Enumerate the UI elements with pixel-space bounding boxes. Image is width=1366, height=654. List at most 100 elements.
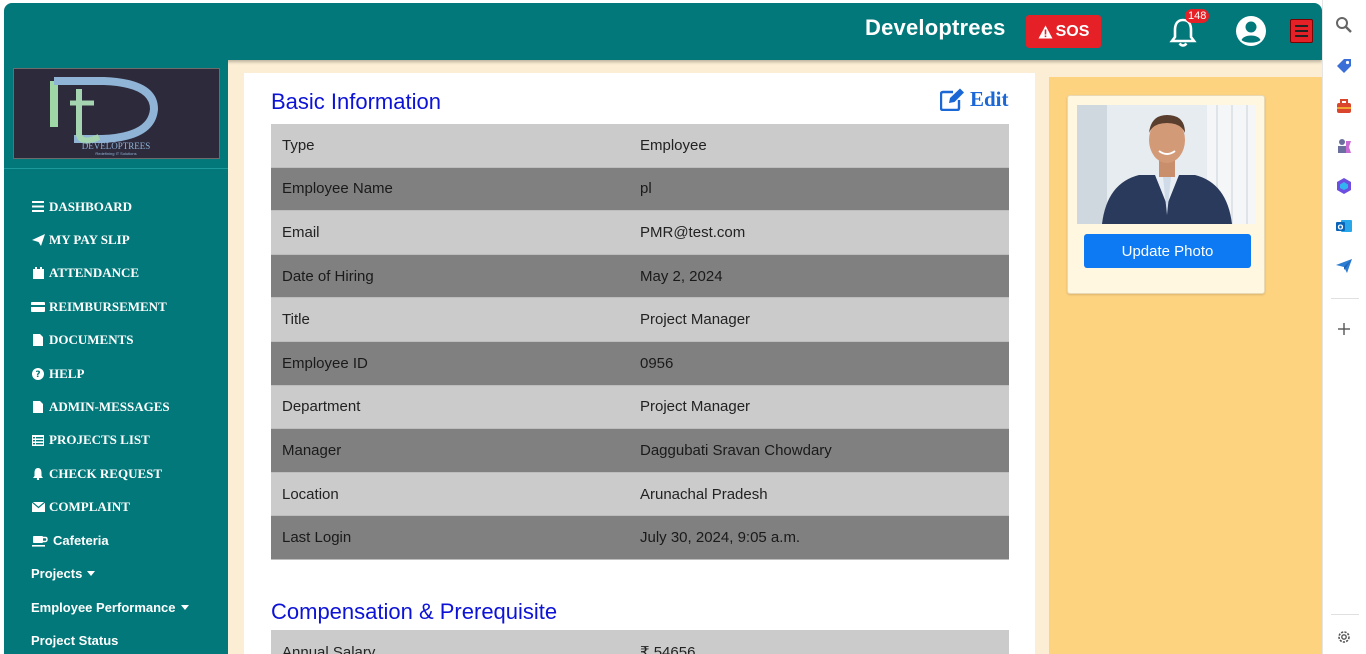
sidebar-item-label: REIMBURSEMENT [49,298,167,314]
search-icon[interactable] [1333,14,1355,36]
compensation-title: Compensation & Prerequisite [271,599,558,624]
copilot-icon[interactable] [1333,175,1355,197]
caret-down-icon [180,604,189,610]
row-key: Date of Hiring [282,267,374,285]
sidebar-item-label: Project Status [31,633,119,649]
app-window: Developtrees SOS 148 DEVELOPTREES Redefi… [4,3,1322,654]
sidebar-item-my-pay-slip[interactable]: MY PAY SLIP [31,223,189,256]
menu-line [1295,30,1308,32]
bars-icon [31,200,45,213]
sidebar-item-reimbursement[interactable]: REIMBURSEMENT [31,290,189,323]
row-key: Last Login [282,529,352,547]
row-value: 0956 [640,354,674,372]
row-key: Employee ID [282,354,368,372]
company-logo[interactable]: DEVELOPTREES Redefining IT Solutions [13,68,220,159]
left-sidebar: DEVELOPTREES Redefining IT Solutions DAS… [4,60,228,654]
row-value: Daggubati Sravan Chowdary [640,441,832,459]
logo-text: DEVELOPTREES [82,141,151,151]
profile-details-card: Basic Information Edit Type Employee Empl… [244,73,1035,654]
list-icon [31,434,45,447]
plus-icon[interactable] [1333,318,1355,340]
sidebar-item-label: ADMIN-MESSAGES [49,399,170,415]
sidebar-item-check-request[interactable]: CHECK REQUEST [31,457,189,490]
basic-information-table: Type Employee Employee Name pl Email PMR@te… [271,124,1009,560]
row-value: ₹ 54656 [640,644,696,654]
row-key: Department [282,398,361,416]
settings-gear-icon[interactable] [1333,626,1355,648]
sidebar-item-label: COMPLAINT [49,499,130,515]
svg-text:?: ? [35,370,40,380]
photo-card: Update Photo [1067,95,1265,294]
question-circle-icon: ? [31,367,45,380]
notification-count-badge: 148 [1185,9,1210,23]
sos-button[interactable]: SOS [1026,15,1101,48]
paper-plane-icon [31,234,45,247]
menu-line [1295,25,1308,27]
top-navbar: Developtrees SOS 148 [4,3,1322,60]
calendar-icon [31,267,45,280]
table-row: Type Employee [271,124,1009,168]
divider [1331,298,1359,299]
send-icon[interactable] [1333,255,1355,277]
row-value: Employee [640,136,707,154]
row-key: Employee Name [282,180,393,198]
row-key: Title [282,311,310,329]
sidebar-item-cafeteria[interactable]: Cafeteria [31,524,189,557]
row-key: Type [282,136,315,154]
row-value: PMR@test.com [640,223,746,241]
row-value: Project Manager [640,311,751,329]
divider [1331,614,1359,615]
table-row: Employee Name pl [271,167,1009,212]
sidebar-nav: DASHBOARD MY PAY SLIP ATTENDANCE REIMBUR… [31,190,189,654]
sidebar-item-documents[interactable]: DOCUMENTS [31,324,189,357]
coffee-icon [31,534,49,547]
menu-line [1295,35,1308,37]
brand-title[interactable]: Developtrees [865,15,1006,41]
row-key: Location [282,485,339,503]
profile-photo [1077,105,1256,224]
svg-text:O: O [1338,224,1344,232]
update-photo-button[interactable]: Update Photo [1084,234,1251,268]
sidebar-item-help[interactable]: ? HELP [31,357,189,390]
chess-icon[interactable] [1333,135,1355,157]
user-account-icon[interactable] [1235,15,1267,47]
sidebar-item-label: Cafeteria [53,533,109,549]
edit-icon [940,88,964,111]
row-value: Arunachal Pradesh [640,485,768,503]
row-key: Manager [282,441,342,459]
sidebar-item-label: ATTENDANCE [49,265,140,281]
table-row: Annual Salary ₹ 54656 [271,630,1009,654]
sidebar-item-attendance[interactable]: ATTENDANCE [31,257,189,290]
sidebar-item-label: Projects [31,566,83,582]
warning-icon [1038,25,1053,38]
tag-icon[interactable] [1333,55,1355,77]
row-value: pl [640,180,652,198]
credit-card-icon [31,300,45,313]
table-row: Last Login July 30, 2024, 9:05 a.m. [271,516,1009,560]
sidebar-divider [4,168,228,169]
sidebar-item-projects-list[interactable]: PROJECTS LIST [31,424,189,457]
table-row: Email PMR@test.com [271,211,1009,255]
sidebar-item-employee-performance[interactable]: Employee Performance [31,591,189,624]
sidebar-item-dashboard[interactable]: DASHBOARD [31,190,189,223]
basic-information-title: Basic Information [271,89,441,114]
sidebar-item-label: DOCUMENTS [49,332,134,348]
bell-icon [31,467,45,480]
sidebar-item-project-status[interactable]: Project Status [31,624,189,654]
browser-sidebar: O [1322,0,1366,654]
sidebar-item-projects[interactable]: Projects [31,557,189,590]
row-value: May 2, 2024 [640,267,723,285]
hamburger-menu-button[interactable] [1290,19,1313,43]
sidebar-item-admin-messages[interactable]: ADMIN-MESSAGES [31,390,189,423]
outlook-icon[interactable]: O [1333,215,1355,237]
sidebar-item-label: Employee Performance [31,599,176,615]
table-row: Location Arunachal Pradesh [271,472,1009,517]
caret-down-icon [87,571,96,577]
sos-label: SOS [1055,22,1090,40]
edit-button[interactable]: Edit [940,87,1009,112]
envelope-icon [31,501,45,514]
row-value: July 30, 2024, 9:05 a.m. [640,529,801,547]
sidebar-item-complaint[interactable]: COMPLAINT [31,491,189,524]
file-icon [31,401,45,414]
toolbox-icon[interactable] [1333,95,1355,117]
